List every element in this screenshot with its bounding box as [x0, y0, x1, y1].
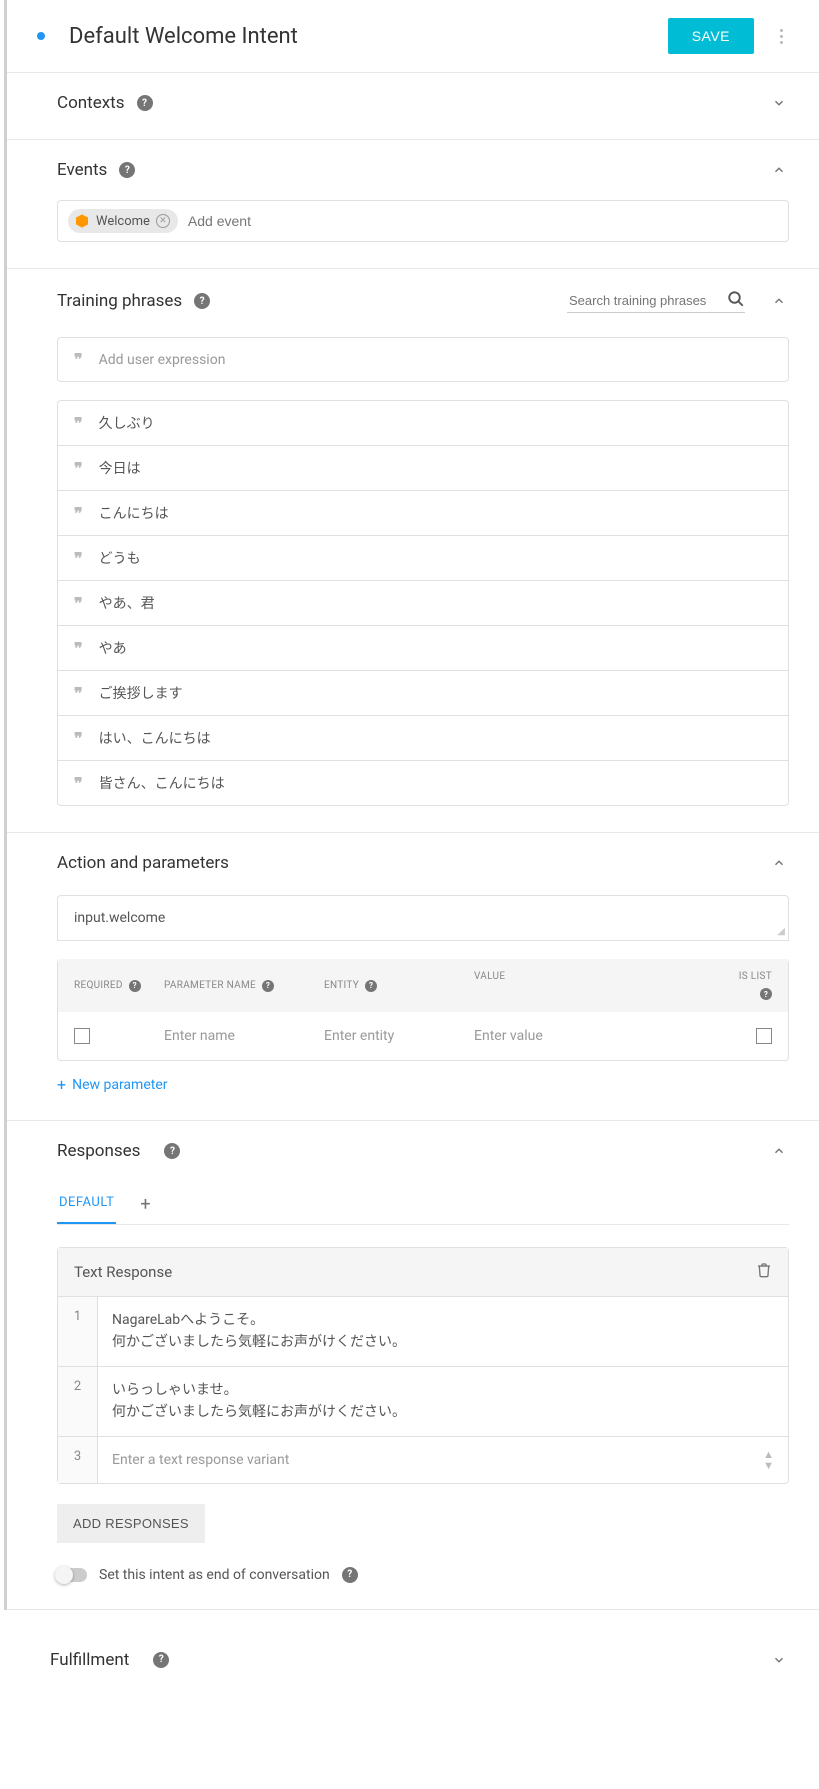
- training-phrase-row[interactable]: ❞ はい、こんにちは: [58, 716, 788, 761]
- chevron-up-icon[interactable]: [769, 291, 789, 311]
- chevron-down-icon[interactable]: [769, 93, 789, 113]
- response-row-number: 2: [58, 1367, 98, 1436]
- phrase-text: こんにちは: [99, 503, 169, 523]
- quote-icon: ❞: [74, 549, 83, 568]
- add-event-input[interactable]: [188, 213, 778, 229]
- trash-icon[interactable]: [756, 1262, 772, 1282]
- quote-icon: ❞: [74, 774, 83, 793]
- action-name-input[interactable]: input.welcome ◢: [57, 895, 789, 941]
- resize-handle-icon[interactable]: ◢: [777, 926, 785, 937]
- param-name-input[interactable]: Enter name: [164, 1028, 235, 1044]
- save-button[interactable]: SAVE: [668, 18, 754, 54]
- col-entity: ENTITY: [324, 980, 359, 991]
- col-value: VALUE: [474, 971, 505, 982]
- plus-icon: +: [57, 1075, 66, 1094]
- chevron-up-icon[interactable]: [769, 853, 789, 873]
- chip-label: Welcome: [96, 214, 150, 229]
- quote-icon: ❞: [74, 504, 83, 523]
- quote-icon: ❞: [74, 729, 83, 748]
- add-responses-button[interactable]: ADD RESPONSES: [57, 1504, 205, 1543]
- help-icon[interactable]: ?: [262, 980, 274, 992]
- help-icon[interactable]: ?: [194, 293, 210, 309]
- quote-icon: ❞: [74, 684, 83, 703]
- help-icon[interactable]: ?: [342, 1567, 358, 1583]
- end-conversation-label: Set this intent as end of conversation: [99, 1567, 330, 1583]
- hexagon-icon: [74, 213, 90, 229]
- phrase-text: どうも: [99, 548, 141, 568]
- response-variant-input[interactable]: Enter a text response variant ▲▼: [98, 1437, 788, 1483]
- help-icon[interactable]: ?: [119, 162, 135, 178]
- stepper-icon[interactable]: ▲▼: [763, 1449, 774, 1471]
- training-phrase-row[interactable]: ❞ こんにちは: [58, 491, 788, 536]
- events-title: Events: [57, 160, 107, 180]
- phrase-text: はい、こんにちは: [99, 728, 211, 748]
- search-icon[interactable]: [727, 290, 745, 312]
- contexts-title: Contexts: [57, 93, 125, 113]
- training-phrase-row[interactable]: ❞ 皆さん、こんにちは: [58, 761, 788, 805]
- required-checkbox[interactable]: [74, 1028, 90, 1044]
- help-icon[interactable]: ?: [760, 988, 772, 1000]
- event-chip: Welcome ✕: [68, 209, 178, 233]
- training-phrase-row[interactable]: ❞ 久しぶり: [58, 401, 788, 446]
- unsaved-indicator: [37, 32, 45, 40]
- end-conversation-toggle[interactable]: [57, 1568, 87, 1582]
- phrase-text: 今日は: [99, 458, 141, 478]
- quote-icon: ❞: [74, 594, 83, 613]
- col-is-list: IS LIST: [739, 971, 772, 982]
- training-phrase-row[interactable]: ❞ どうも: [58, 536, 788, 581]
- more-menu-icon[interactable]: [774, 23, 789, 50]
- chevron-up-icon[interactable]: [769, 1141, 789, 1161]
- training-phrase-row[interactable]: ❞ 今日は: [58, 446, 788, 491]
- quote-icon: ❞: [74, 350, 83, 369]
- add-expression-placeholder: Add user expression: [99, 352, 226, 368]
- training-title: Training phrases: [57, 291, 182, 311]
- response-row-number: 1: [58, 1297, 98, 1366]
- is-list-checkbox[interactable]: [756, 1028, 772, 1044]
- intent-title[interactable]: Default Welcome Intent: [69, 24, 668, 49]
- entity-input[interactable]: Enter entity: [324, 1028, 394, 1044]
- help-icon[interactable]: ?: [137, 95, 153, 111]
- new-parameter-button[interactable]: + New parameter: [57, 1075, 168, 1094]
- text-response-title: Text Response: [74, 1263, 172, 1281]
- add-tab-button[interactable]: +: [140, 1194, 150, 1215]
- response-row[interactable]: 2いらっしゃいませ。 何かございましたら気軽にお声がけください。: [58, 1366, 788, 1436]
- training-phrase-row[interactable]: ❞ ご挨拶します: [58, 671, 788, 716]
- response-row[interactable]: 1NagareLabへようこそ。 何かございましたら気軽にお声がけください。: [58, 1296, 788, 1366]
- responses-title: Responses: [57, 1141, 140, 1161]
- phrase-text: 皆さん、こんにちは: [99, 773, 225, 793]
- tab-default[interactable]: DEFAULT: [57, 1185, 116, 1224]
- quote-icon: ❞: [74, 459, 83, 478]
- quote-icon: ❞: [74, 414, 83, 433]
- chevron-up-icon[interactable]: [769, 160, 789, 180]
- response-row-number: 3: [58, 1437, 98, 1483]
- help-icon[interactable]: ?: [164, 1143, 180, 1159]
- phrase-text: やあ: [99, 638, 127, 658]
- training-phrase-row[interactable]: ❞ やあ、君: [58, 581, 788, 626]
- phrase-text: ご挨拶します: [99, 683, 183, 703]
- phrase-text: やあ、君: [99, 593, 155, 613]
- col-param-name: PARAMETER NAME: [164, 980, 256, 991]
- chevron-down-icon[interactable]: [769, 1650, 789, 1670]
- add-expression-input[interactable]: ❞ Add user expression: [57, 337, 789, 382]
- action-title: Action and parameters: [57, 853, 229, 873]
- phrase-text: 久しぶり: [99, 413, 155, 433]
- help-icon[interactable]: ?: [129, 980, 141, 992]
- response-text[interactable]: NagareLabへようこそ。 何かございましたら気軽にお声がけください。: [98, 1297, 788, 1366]
- response-text[interactable]: いらっしゃいませ。 何かございましたら気軽にお声がけください。: [98, 1367, 788, 1436]
- chip-remove-icon[interactable]: ✕: [156, 214, 170, 228]
- value-input[interactable]: Enter value: [474, 1028, 543, 1044]
- col-required: REQUIRED: [74, 980, 123, 991]
- help-icon[interactable]: ?: [153, 1652, 169, 1668]
- fulfillment-title: Fulfillment: [50, 1650, 129, 1670]
- help-icon[interactable]: ?: [365, 980, 377, 992]
- training-phrase-row[interactable]: ❞ やあ: [58, 626, 788, 671]
- events-field[interactable]: Welcome ✕: [57, 200, 789, 242]
- search-training-input[interactable]: [567, 289, 727, 312]
- quote-icon: ❞: [74, 639, 83, 658]
